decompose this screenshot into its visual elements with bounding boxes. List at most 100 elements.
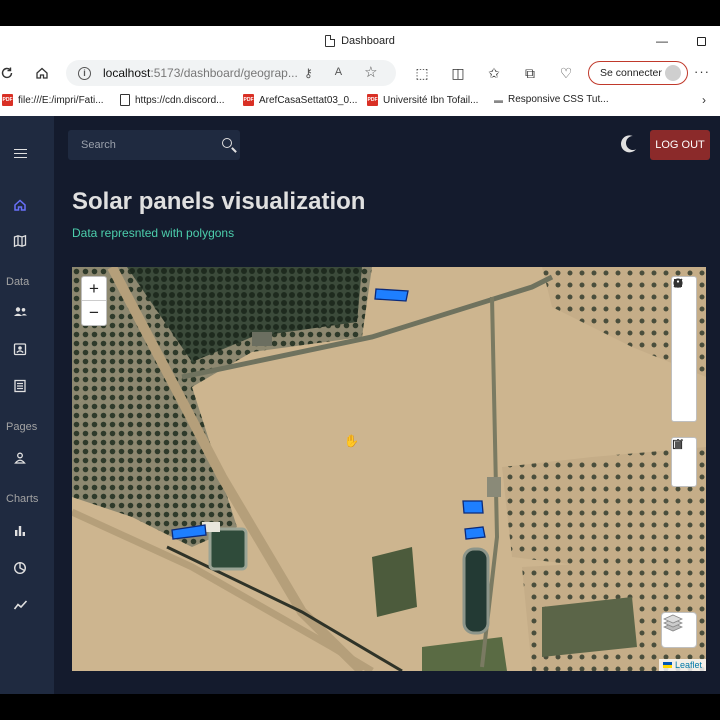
sidebar-item-line-chart[interactable] [0, 598, 40, 612]
page-title: Solar panels visualization [72, 188, 366, 215]
bookmark-item[interactable]: PDF Université Ibn Tofail... [367, 94, 478, 106]
hamburger-icon [13, 146, 27, 161]
section-label-pages: Pages [6, 421, 38, 433]
bookmark-item[interactable]: PDF ArefCasaSettat03_0... [243, 94, 357, 106]
people-icon [13, 307, 27, 316]
css-icon: ▬ [494, 94, 503, 105]
page-subtitle: Data represnted with polygons [72, 226, 235, 240]
favorite-star-icon[interactable]: ☆ [364, 63, 377, 81]
menu-toggle-button[interactable] [0, 146, 40, 161]
layers-icon [663, 614, 683, 632]
satellite-map[interactable]: ✋ + − Leaflet [72, 267, 706, 671]
health-icon[interactable]: ♡ [554, 60, 578, 86]
sidebar-item-dashboard[interactable] [0, 198, 40, 212]
draw-circle-button[interactable] [672, 278, 696, 373]
sidebar-item-geography[interactable] [0, 234, 40, 248]
extensions-icon[interactable]: ⬚ [410, 60, 434, 86]
logout-button[interactable]: LOG OUT [650, 130, 710, 160]
solar-panel-polygon[interactable] [464, 526, 486, 540]
signin-button[interactable]: Se connecter [588, 61, 688, 85]
avatar [665, 65, 681, 81]
page-icon [120, 94, 130, 106]
read-aloud-icon[interactable]: A [335, 66, 342, 81]
bookmark-label: Université Ibn Tofail... [383, 94, 479, 106]
edit-toolbar [671, 437, 697, 487]
bookmark-label: Responsive CSS Tut... [508, 94, 609, 105]
layers-control-button[interactable] [661, 612, 697, 648]
solar-panel-polygon[interactable] [374, 288, 409, 302]
pdf-icon: PDF [243, 94, 254, 106]
maximize-button[interactable] [697, 26, 706, 56]
home-icon [36, 67, 48, 79]
browser-toolbar: ⬚ ◫ ✩ ⧉ ♡ [410, 60, 578, 86]
more-menu-icon[interactable]: ··· [694, 64, 710, 79]
favorites-icon[interactable]: ✩ [482, 60, 506, 86]
search-input[interactable] [81, 139, 211, 151]
split-screen-icon[interactable]: ◫ [446, 60, 470, 86]
draw-toolbar [671, 276, 697, 422]
bookmark-label: https://cdn.discord... [135, 94, 225, 106]
draw-marker-button[interactable] [672, 280, 696, 397]
navigation-bar: i localhost:5173/dashboard/geograp... ⚷ … [0, 56, 720, 90]
page-icon [325, 35, 336, 47]
bookmark-item[interactable]: https://cdn.discord... [120, 94, 225, 106]
bookmark-label: file:///E:/impri/Fati... [18, 94, 104, 106]
refresh-icon [1, 67, 13, 79]
sidebar-item-bar-chart[interactable] [0, 524, 40, 538]
sidebar-item-invoices[interactable] [0, 379, 40, 393]
receipt-icon [14, 379, 26, 393]
contacts-icon [13, 343, 27, 356]
draw-rectangle-button[interactable] [672, 279, 696, 349]
delete-layers-button[interactable] [672, 439, 696, 486]
info-icon[interactable]: i [78, 66, 91, 80]
home-button[interactable] [29, 60, 55, 86]
map-icon [13, 234, 27, 248]
url-host: localhost [103, 66, 151, 80]
collections-icon[interactable]: ⧉ [518, 60, 542, 86]
bar-chart-icon [15, 526, 25, 536]
section-label-data: Data [6, 276, 30, 288]
section-label-charts: Charts [6, 493, 39, 505]
circle-marker-icon [673, 278, 683, 288]
map-attribution[interactable]: Leaflet [658, 659, 706, 671]
sidebar-item-contacts[interactable] [0, 342, 40, 356]
zoom-in-button[interactable]: + [82, 277, 106, 301]
person-icon [14, 452, 26, 464]
bookmark-item[interactable]: ▬ Responsive CSS Tut... [494, 94, 609, 105]
sidebar-item-team[interactable] [0, 305, 40, 319]
url-path: :5173/dashboard/geograp... [150, 66, 298, 80]
sidebar-item-profile[interactable] [0, 451, 40, 465]
minimize-button[interactable]: — [656, 26, 668, 56]
attribution-link[interactable]: Leaflet [675, 660, 702, 670]
ukraine-flag-icon [662, 662, 672, 668]
search-box [68, 130, 240, 160]
trash-icon [674, 439, 682, 449]
zoom-out-button[interactable]: − [82, 301, 106, 325]
dark-mode-toggle-icon[interactable] [624, 134, 642, 152]
maximize-icon [697, 36, 706, 46]
bookmark-label: ArefCasaSettat03_0... [259, 94, 358, 106]
pdf-icon: PDF [2, 94, 13, 106]
draw-polygon-button[interactable] [672, 278, 696, 325]
key-icon[interactable]: ⚷ [304, 66, 313, 81]
chevron-right-icon[interactable]: › [702, 93, 706, 107]
solar-panel-polygon[interactable] [462, 500, 484, 514]
line-chart-icon [13, 600, 27, 610]
satellite-imagery: ✋ [72, 267, 706, 671]
sidebar: Data Pages Charts [0, 116, 54, 694]
refresh-button[interactable] [0, 60, 20, 86]
address-actions: ⚷ A ☆ [304, 63, 378, 81]
window-title: Dashboard [325, 35, 395, 47]
sidebar-item-pie-chart[interactable] [0, 561, 40, 575]
pie-chart-icon [13, 561, 27, 575]
tab-title: Dashboard [341, 35, 395, 47]
bookmarks-bar: PDF file:///E:/impri/Fati... https://cdn.… [0, 90, 720, 112]
home-icon [14, 199, 26, 211]
bookmark-item[interactable]: PDF file:///E:/impri/Fati... [2, 94, 104, 106]
pdf-icon: PDF [367, 94, 378, 106]
search-icon[interactable] [222, 138, 232, 148]
dashboard-app: Data Pages Charts Search LOG OUT Solar p… [0, 116, 720, 694]
browser-window: Dashboard — i localhost:5173/dashboard/g… [0, 26, 720, 694]
draw-circlemarker-button[interactable] [672, 278, 696, 421]
zoom-control: + − [81, 276, 107, 326]
